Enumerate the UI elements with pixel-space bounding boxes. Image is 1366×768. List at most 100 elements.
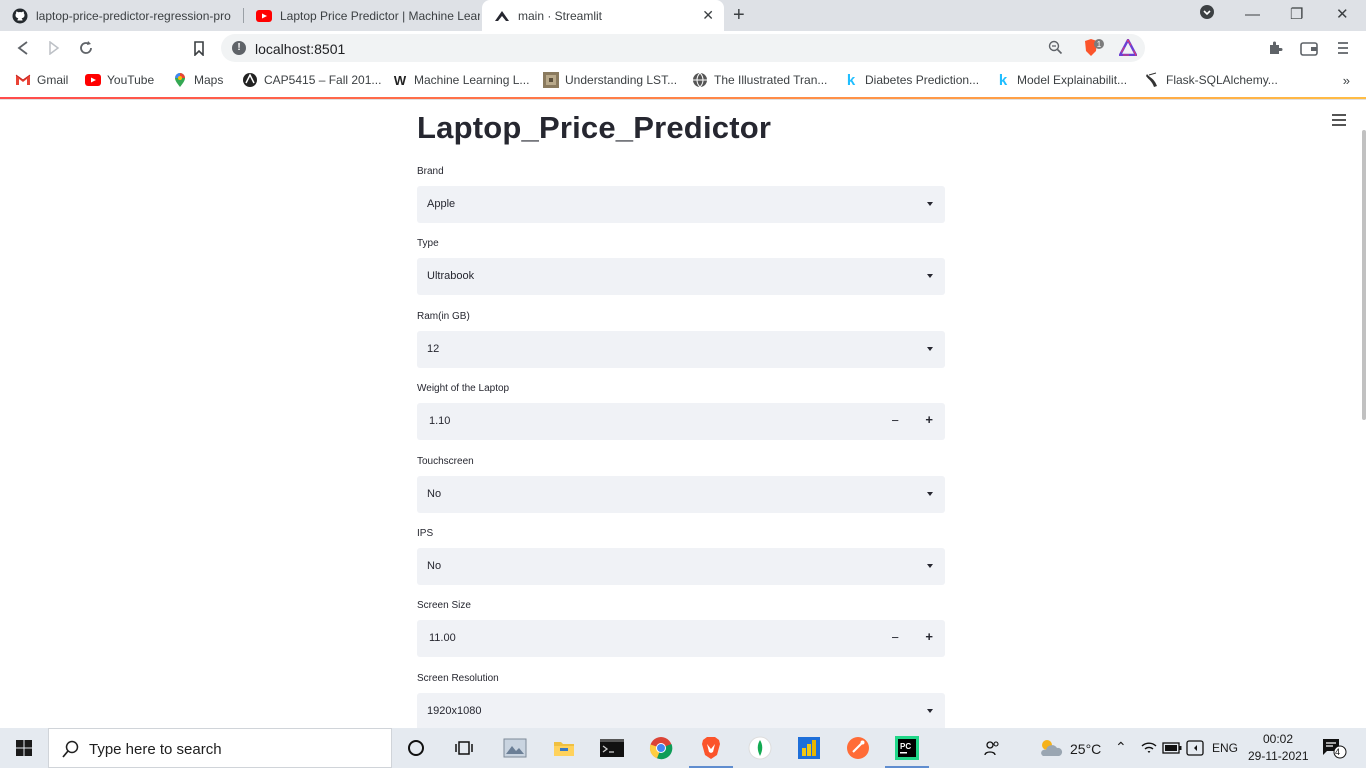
postman-icon[interactable] [844,734,872,762]
tab-title: main · Streamlit [518,8,603,23]
address-bar[interactable]: ! localhost:8501 1 [221,34,1145,62]
type-field: Type Ultrabook [417,237,945,295]
cortana-icon[interactable] [402,734,430,762]
bookmark-diabetes-prediction[interactable]: k Diabetes Prediction... [843,72,980,89]
wallet-icon[interactable] [1300,39,1318,57]
decrement-button[interactable]: − [891,630,899,645]
photos-app-icon[interactable] [501,734,529,762]
language-indicator[interactable]: ENG [1212,741,1238,755]
power-bi-icon[interactable] [795,734,823,762]
caret-down-icon [927,564,933,568]
task-view-icon[interactable] [450,734,478,762]
clock-time[interactable]: 00:02 [1263,732,1293,746]
bookmark-label: YouTube [107,73,155,87]
field-label: Ram(in GB) [417,311,470,322]
taskbar-search-input[interactable]: Type here to search [48,728,392,768]
minimize-icon[interactable]: — [1245,4,1260,26]
bookmark-understanding-lstm[interactable]: Understanding LST... [543,72,677,88]
bookmark-maps[interactable]: Maps [172,72,223,88]
brave-rewards-icon[interactable] [1118,37,1138,61]
bookmark-icon[interactable] [190,39,208,57]
bookmark-label: Maps [194,73,224,87]
extensions-icon[interactable] [1266,39,1284,57]
brand-select[interactable]: Apple [417,186,945,223]
field-label: Type [417,238,439,249]
bookmark-illustrated-transformer[interactable]: The Illustrated Tran... [692,72,827,88]
file-explorer-icon[interactable] [550,734,578,762]
increment-button[interactable]: + [925,629,933,644]
weight-field: Weight of the Laptop 1.10 − + [417,382,945,440]
bookmark-gmail[interactable]: Gmail [15,72,68,88]
new-tab-button[interactable]: + [733,4,745,26]
ips-select[interactable]: No [417,548,945,585]
bookmark-machine-learning[interactable]: W Machine Learning L... [392,72,530,88]
weight-number-input[interactable]: 1.10 − + [417,403,945,440]
weather-temperature[interactable]: 25°C [1070,741,1101,757]
screen-resolution-field: Screen Resolution 1920x1080 [417,672,945,728]
windows-start-button[interactable] [0,728,48,768]
increment-button[interactable]: + [925,412,933,427]
restore-icon[interactable]: ❐ [1290,4,1303,26]
bookmark-label: Flask-SQLAlchemy... [1166,73,1278,87]
tab-streamlit-main[interactable]: main · Streamlit ✕ [482,0,724,31]
screen-resolution-select[interactable]: 1920x1080 [417,693,945,728]
zoom-icon[interactable] [1048,40,1063,60]
decrement-button[interactable]: − [891,413,899,428]
type-select[interactable]: Ultrabook [417,258,945,295]
youtube-icon [256,8,272,24]
tab-search-icon[interactable] [1200,4,1214,26]
brand-field: Brand Apple [417,165,945,223]
hamburger-menu-icon[interactable] [1332,114,1346,129]
mongodb-compass-icon[interactable] [746,734,774,762]
bookmark-model-explainability[interactable]: k Model Explainabilit... [995,72,1128,89]
close-window-icon[interactable]: ✕ [1336,4,1349,26]
bookmark-label: CAP5415 – Fall 201... [264,73,382,87]
site-info-icon[interactable]: ! [232,41,246,55]
tab-github-repo[interactable]: laptop-price-predictor-regression-pro [0,0,240,31]
brave-badge: 1 [1097,40,1102,49]
caret-down-icon [927,709,933,713]
bookmark-label: Gmail [37,73,69,87]
bookmark-flask-sqlalchemy[interactable]: Flask-SQLAlchemy... [1144,72,1278,88]
notifications-icon[interactable]: 4 [1320,734,1348,762]
more-bookmarks-icon[interactable]: » [1343,73,1350,88]
people-icon[interactable] [978,734,1006,762]
brave-browser-icon[interactable] [689,734,733,768]
back-icon[interactable] [14,39,32,57]
brave-shields-icon[interactable]: 1 [1083,38,1105,63]
show-hidden-icons-icon[interactable]: ⌃ [1115,739,1127,756]
bookmark-cap5415[interactable]: CAP5415 – Fall 201... [242,72,381,88]
page-scrollbar[interactable] [1362,130,1366,420]
touchscreen-select[interactable]: No [417,476,945,513]
bookmark-label: Understanding LST... [565,73,678,87]
terminal-icon[interactable] [598,734,626,762]
search-placeholder: Type here to search [89,741,222,758]
clock-date[interactable]: 29-11-2021 [1248,749,1309,763]
field-label: Screen Resolution [417,673,499,684]
youtube-icon [85,72,101,88]
url-text: localhost:8501 [255,41,346,57]
menu-icon[interactable] [1334,39,1352,57]
pycharm-icon[interactable]: PC [885,734,929,768]
chrome-icon[interactable] [647,734,675,762]
reload-icon[interactable] [77,39,95,57]
weather-icon[interactable] [1036,734,1064,762]
windows-logo-icon [16,740,32,756]
ram-select[interactable]: 12 [417,331,945,368]
select-value: Ultrabook [427,270,475,282]
bookmark-youtube[interactable]: YouTube [85,72,154,88]
screen-size-number-input[interactable]: 11.00 − + [417,620,945,657]
touchscreen-field: Touchscreen No [417,455,945,513]
field-label: IPS [417,528,434,539]
tab-youtube-video[interactable]: Laptop Price Predictor | Machine Learn [244,0,480,31]
forward-icon[interactable] [45,39,63,57]
bookmark-label: Diabetes Prediction... [865,73,980,87]
caret-down-icon [927,347,933,351]
bookmark-label: Model Explainabilit... [1017,73,1128,87]
volume-icon[interactable] [1181,734,1209,762]
select-value: No [427,560,442,572]
ips-field: IPS No [417,527,945,585]
notification-count: 4 [1335,747,1341,757]
close-icon[interactable]: ✕ [702,8,714,22]
gmail-icon [15,72,31,88]
